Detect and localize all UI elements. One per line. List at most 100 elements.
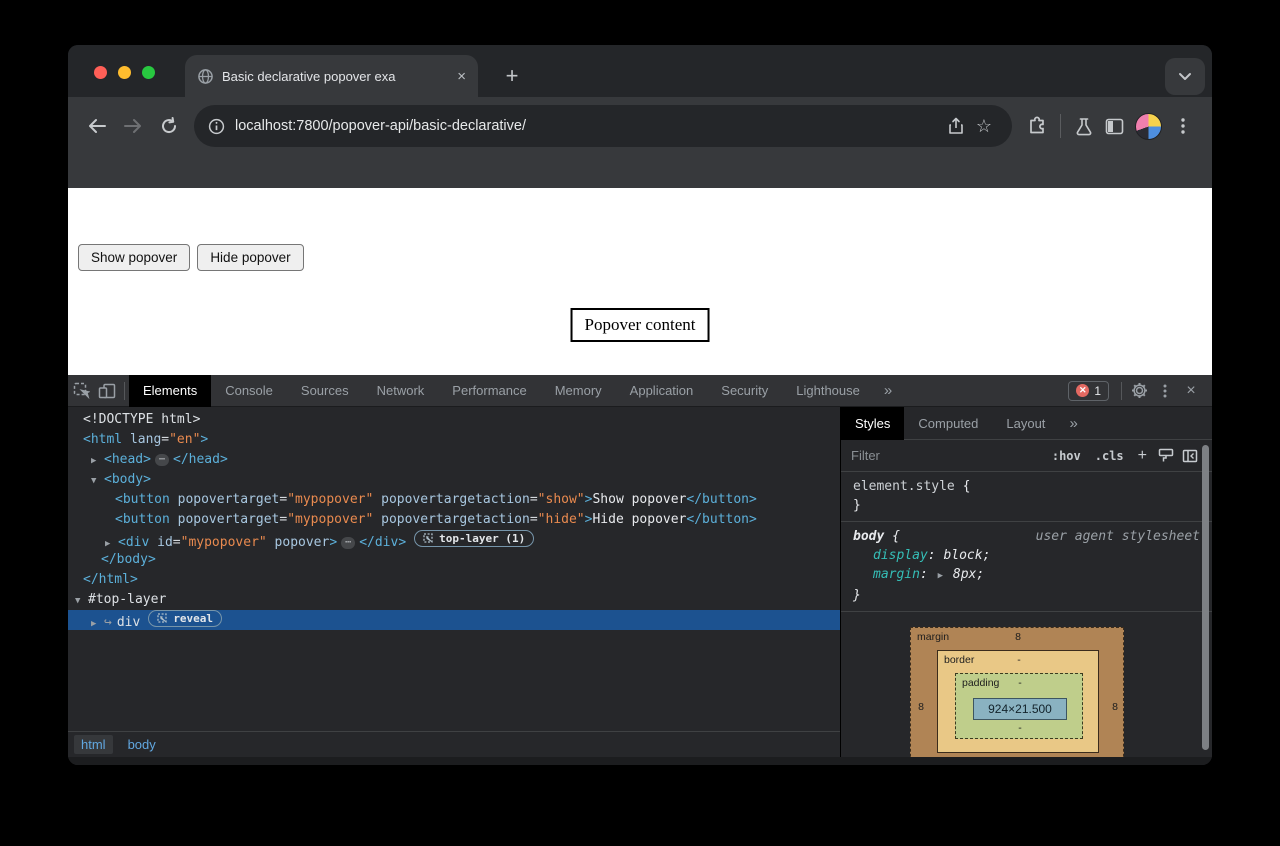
inspect-element-icon[interactable] bbox=[68, 375, 94, 407]
error-icon: ✕ bbox=[1076, 384, 1089, 397]
rendering-emulation-icon[interactable] bbox=[1154, 448, 1178, 463]
devtools-panel: ElementsConsoleSourcesNetworkPerformance… bbox=[68, 375, 1212, 765]
browser-window: Basic declarative popover exa × + bbox=[68, 45, 1212, 765]
devtools-tab-console[interactable]: Console bbox=[211, 375, 287, 407]
devtools-tab-sources[interactable]: Sources bbox=[287, 375, 363, 407]
devtools-tab-application[interactable]: Application bbox=[616, 375, 708, 407]
collapse-arrow-icon[interactable]: ▼ bbox=[75, 591, 88, 611]
dom-tree-row[interactable]: <!DOCTYPE html> bbox=[68, 410, 840, 430]
box-model-content[interactable]: 924×21.500 bbox=[973, 698, 1067, 720]
browser-toolbar: localhost:7800/popover-api/basic-declara… bbox=[68, 97, 1212, 188]
breadcrumb: html body bbox=[68, 731, 840, 757]
bookmark-star-icon[interactable]: ☆ bbox=[970, 117, 998, 135]
top-layer-badge[interactable]: top-layer (1) bbox=[414, 530, 534, 547]
tab-close-icon[interactable]: × bbox=[457, 69, 466, 84]
styles-sidebar: StylesComputedLayout» Filter :hov .cls +… bbox=[840, 407, 1212, 757]
share-icon[interactable] bbox=[942, 117, 970, 135]
box-model-diagram[interactable]: margin 8 8 8 - - - - - border - bbox=[910, 627, 1124, 757]
dom-tree-row[interactable]: <button popovertarget="mypopover" popove… bbox=[68, 510, 840, 530]
side-panel-icon[interactable] bbox=[1099, 111, 1129, 141]
globe-favicon-icon bbox=[197, 68, 214, 85]
filter-input[interactable]: Filter bbox=[851, 448, 1045, 463]
hide-popover-button[interactable]: Hide popover bbox=[197, 244, 303, 271]
css-property-display[interactable]: display: block; bbox=[853, 546, 1212, 565]
dom-tree-row[interactable]: <button popovertarget="mypopover" popove… bbox=[68, 490, 840, 510]
devtools-toolbar: ElementsConsoleSourcesNetworkPerformance… bbox=[68, 375, 1212, 407]
close-window-button[interactable] bbox=[94, 66, 107, 79]
css-property-margin[interactable]: margin: ▶ 8px; bbox=[853, 565, 1212, 586]
reload-button[interactable] bbox=[154, 111, 184, 141]
stylesheet-origin: user agent stylesheet bbox=[1036, 527, 1200, 546]
more-tabs-icon[interactable]: » bbox=[874, 382, 902, 399]
styles-tab-styles[interactable]: Styles bbox=[841, 407, 904, 440]
box-model-padding[interactable]: padding - - 924×21.500 bbox=[955, 673, 1083, 739]
body-ua-rule[interactable]: body { user agent stylesheet display: bl… bbox=[841, 522, 1212, 612]
tab-title: Basic declarative popover exa bbox=[222, 69, 449, 84]
site-info-icon[interactable] bbox=[208, 118, 225, 135]
forward-button[interactable] bbox=[118, 111, 148, 141]
new-tab-button[interactable]: + bbox=[495, 59, 529, 93]
tab-search-button[interactable] bbox=[1165, 58, 1205, 95]
dom-tree-row[interactable]: <html lang="en"> bbox=[68, 430, 840, 450]
collapse-arrow-icon[interactable]: ▼ bbox=[91, 471, 104, 491]
show-popover-button[interactable]: Show popover bbox=[78, 244, 190, 271]
computed-sidebar-toggle-icon[interactable] bbox=[1178, 449, 1202, 463]
breadcrumb-body[interactable]: body bbox=[121, 735, 163, 754]
styles-more-tabs-icon[interactable]: » bbox=[1059, 415, 1087, 432]
box-model-margin[interactable]: margin 8 8 8 - - - - - border - bbox=[910, 627, 1124, 757]
devtools-tab-lighthouse[interactable]: Lighthouse bbox=[782, 375, 874, 407]
window-bottom-edge bbox=[68, 757, 1212, 765]
reveal-badge[interactable]: reveal bbox=[148, 610, 222, 627]
toggle-pseudo-button[interactable]: :hov bbox=[1052, 449, 1081, 463]
dom-tree: <!DOCTYPE html><html lang="en">▶<head>⋯<… bbox=[68, 407, 840, 731]
expand-arrow-icon[interactable]: ▶ bbox=[91, 451, 104, 471]
expand-ellipsis-button[interactable]: ⋯ bbox=[341, 537, 355, 549]
devtools-tab-elements[interactable]: Elements bbox=[129, 375, 211, 407]
styles-tab-computed[interactable]: Computed bbox=[904, 407, 992, 440]
dom-tree-row-selected[interactable]: ▶↪divreveal bbox=[68, 610, 840, 630]
devtools-tab-memory[interactable]: Memory bbox=[541, 375, 616, 407]
styles-scrollbar[interactable] bbox=[1202, 445, 1209, 750]
address-bar[interactable]: localhost:7800/popover-api/basic-declara… bbox=[194, 105, 1012, 147]
profile-avatar[interactable] bbox=[1135, 113, 1162, 140]
device-toolbar-icon[interactable] bbox=[94, 375, 120, 407]
devtools-menu-kebab-icon[interactable] bbox=[1152, 375, 1178, 407]
box-model-border[interactable]: border - padding - - 924×21.500 bbox=[937, 650, 1099, 753]
popover-content: Popover content bbox=[571, 308, 710, 342]
devtools-toolbar-divider bbox=[124, 382, 125, 400]
dom-tree-row[interactable]: ▶<head>⋯</head> bbox=[68, 450, 840, 470]
devtools-toolbar-divider-2 bbox=[1121, 382, 1122, 400]
expand-arrow-icon[interactable]: ▶ bbox=[91, 614, 104, 634]
new-style-rule-button[interactable]: + bbox=[1138, 447, 1147, 465]
styles-tab-layout[interactable]: Layout bbox=[992, 407, 1059, 440]
breadcrumb-html[interactable]: html bbox=[74, 735, 113, 754]
dom-tree-row[interactable]: ▼#top-layer bbox=[68, 590, 840, 610]
console-error-badge[interactable]: ✕ 1 bbox=[1068, 381, 1109, 401]
expand-ellipsis-button[interactable]: ⋯ bbox=[155, 454, 169, 466]
element-style-rule[interactable]: element.style { } bbox=[841, 472, 1212, 522]
dom-tree-row[interactable]: </html> bbox=[68, 570, 840, 590]
devtools-tab-network[interactable]: Network bbox=[363, 375, 439, 407]
settings-gear-icon[interactable] bbox=[1126, 375, 1152, 407]
devtools-close-icon[interactable]: × bbox=[1178, 375, 1204, 407]
toolbar-divider bbox=[1060, 114, 1061, 138]
web-page: Show popover Hide popover Popover conten… bbox=[68, 188, 1212, 375]
experiments-flask-icon[interactable] bbox=[1069, 111, 1099, 141]
toggle-class-button[interactable]: .cls bbox=[1095, 449, 1124, 463]
dom-tree-row[interactable]: ▶<div id="mypopover" popover>⋯</div>top-… bbox=[68, 530, 840, 550]
zoom-window-button[interactable] bbox=[142, 66, 155, 79]
top-layer-link-icon: ↪ bbox=[104, 615, 112, 630]
devtools-tab-security[interactable]: Security bbox=[707, 375, 782, 407]
devtools-tab-performance[interactable]: Performance bbox=[438, 375, 540, 407]
window-controls bbox=[94, 66, 155, 79]
dom-tree-row[interactable]: </body> bbox=[68, 550, 840, 570]
url-text[interactable]: localhost:7800/popover-api/basic-declara… bbox=[235, 118, 942, 134]
chevron-down-icon bbox=[1178, 72, 1192, 81]
minimize-window-button[interactable] bbox=[118, 66, 131, 79]
back-button[interactable] bbox=[82, 111, 112, 141]
extensions-icon[interactable] bbox=[1022, 111, 1052, 141]
dom-tree-row[interactable]: ▼<body> bbox=[68, 470, 840, 490]
tab-strip: Basic declarative popover exa × + bbox=[68, 45, 1212, 97]
browser-menu-kebab-icon[interactable] bbox=[1168, 111, 1198, 141]
browser-tab[interactable]: Basic declarative popover exa × bbox=[185, 55, 478, 97]
